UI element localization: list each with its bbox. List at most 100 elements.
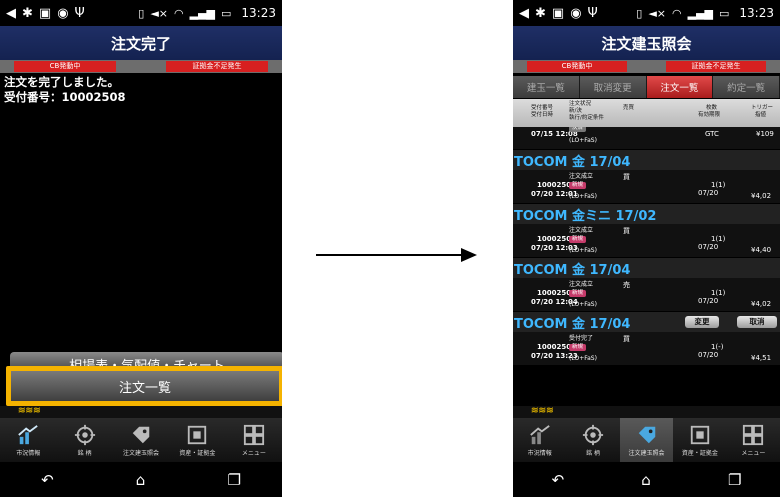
- cancel-order-button[interactable]: 取消: [737, 316, 777, 328]
- wifi-icon: ◠: [672, 6, 682, 20]
- brand-logo: ≋≋≋: [531, 406, 554, 416]
- order-list-button[interactable]: 注文一覧: [6, 366, 282, 406]
- tab-menu[interactable]: メニュー: [226, 418, 282, 462]
- tab-label: メニュー: [241, 449, 266, 457]
- col-expiry: 有効期限: [698, 112, 721, 118]
- gallery-icon: ▣: [38, 5, 52, 21]
- col-receipt-no: 受付番号: [531, 105, 554, 111]
- target-icon: [583, 424, 604, 445]
- tab-assets-margin[interactable]: 資産・証拠金: [169, 418, 225, 462]
- order-expiry: 07/20: [698, 297, 719, 305]
- order-qty: 1(1): [711, 235, 726, 243]
- recents-icon[interactable]: ❐: [728, 471, 741, 489]
- new-badge: 新規: [569, 182, 587, 189]
- margin-shortage-badge[interactable]: 証拠金不足発生: [166, 61, 268, 72]
- back-icon[interactable]: ↶: [552, 471, 565, 489]
- col-receipt-time: 受付日時: [531, 112, 554, 118]
- back-icon[interactable]: ↶: [41, 471, 54, 489]
- notification-icons: ◀ ✱ ▣ ◉ Ψ: [6, 6, 85, 21]
- phone-screen-order-complete: ◀ ✱ ▣ ◉ Ψ ▯ ◄× ◠ ▂▄▆ ▭ 13:23 注文完了 CB発動中 …: [0, 0, 282, 497]
- gallery-icon: ▣: [551, 5, 565, 21]
- order-price: ¥109: [756, 130, 774, 138]
- home-icon[interactable]: ⌂: [136, 471, 146, 489]
- tab-symbols[interactable]: 銘 柄: [566, 418, 619, 462]
- grid-menu-icon: [743, 424, 764, 445]
- wifi-icon: ◠: [174, 6, 184, 20]
- tab-assets-margin[interactable]: 資産・証拠金: [673, 418, 726, 462]
- col-status: 注文状況: [569, 101, 592, 107]
- tab-executions[interactable]: 約定一覧: [713, 76, 780, 98]
- tab-label: 資産・証拠金: [179, 449, 216, 457]
- order-list: 07/15 12:08 決済 (LO+FaS) GTC ¥109 TOCOM 金…: [513, 127, 780, 382]
- exec-condition: (LO+FaS): [569, 247, 597, 254]
- recents-icon[interactable]: ❐: [227, 471, 240, 489]
- col-qty: 枚数: [706, 105, 718, 111]
- alert-bar: CB発動中 証拠金不足発生: [0, 60, 282, 73]
- table-row[interactable]: 注文成立 買 10002505 新規 1(1) 07/20 12:01 07/2…: [513, 170, 780, 203]
- page-title: 注文建玉照会: [513, 26, 780, 60]
- tab-label: 資産・証拠金: [681, 449, 718, 457]
- home-icon[interactable]: ⌂: [641, 471, 651, 489]
- tab-symbols[interactable]: 銘 柄: [56, 418, 112, 462]
- tab-label: 市況情報: [527, 449, 552, 457]
- order-qty: 1(1): [711, 289, 726, 297]
- grid-menu-icon: [243, 424, 264, 445]
- system-icons: ▯ ◄× ◠ ▂▄▆ ▭ 13:23: [138, 6, 276, 20]
- order-expiry: 07/20: [698, 351, 719, 359]
- symbol-header: TOCOM 金 17/04: [513, 258, 780, 278]
- mute-icon: ◄×: [648, 6, 666, 20]
- exec-condition: (LO+FaS): [569, 193, 597, 200]
- modify-button[interactable]: 変更: [685, 316, 719, 328]
- order-qty: 1(-): [711, 343, 724, 351]
- col-new-close: 新/決: [569, 108, 582, 114]
- tab-market-info[interactable]: 市況情報: [0, 418, 56, 462]
- tab-label: 銘 柄: [77, 449, 92, 457]
- exec-condition: (LO+FaS): [569, 137, 597, 144]
- brand-logo: ≋≋≋: [18, 406, 41, 416]
- close-badge: 決済: [569, 127, 587, 132]
- tutorial-figure: ◀ ✱ ▣ ◉ Ψ ▯ ◄× ◠ ▂▄▆ ▭ 13:23 注文完了 CB発動中 …: [0, 0, 780, 497]
- target-icon: [74, 424, 95, 445]
- table-row[interactable]: 注文成立 売 10002507 新規 1(1) 07/20 12:04 07/2…: [513, 278, 780, 311]
- order-status: 注文成立: [569, 227, 594, 234]
- vibrate-icon: ▯: [138, 6, 145, 20]
- tab-order-list[interactable]: 注文一覧: [646, 76, 714, 98]
- tab-positions[interactable]: 建玉一覧: [513, 76, 580, 98]
- cb-alert-badge[interactable]: CB発動中: [527, 61, 627, 72]
- tab-order-position[interactable]: 注文建玉照会: [619, 418, 674, 462]
- cb-alert-badge[interactable]: CB発動中: [14, 61, 116, 72]
- col-limit-price: 指値: [755, 112, 767, 118]
- page-title: 注文完了: [0, 26, 282, 60]
- order-expiry: GTC: [705, 130, 719, 138]
- receipt-number: 受付番号：10002508: [4, 90, 126, 104]
- table-row[interactable]: 注文成立 買 10002506 新規 1(1) 07/20 12:03 07/2…: [513, 224, 780, 257]
- tab-label: 銘 柄: [586, 449, 601, 457]
- status-bar: ◀ ✱ ▣ ◉ Ψ ▯ ◄× ◠ ▂▄▆ ▭ 13:23: [513, 0, 780, 26]
- order-qty: 1(1): [711, 181, 726, 189]
- tab-order-position[interactable]: 注文建玉照会: [113, 418, 169, 462]
- phone-screen-order-inquiry: ◀ ✱ ▣ ◉ Ψ ▯ ◄× ◠ ▂▄▆ ▭ 13:23 注文建玉照会 CB発動…: [513, 0, 780, 497]
- back-notification-icon: ◀: [519, 5, 529, 21]
- tab-menu[interactable]: メニュー: [727, 418, 780, 462]
- android-nav-bar: ↶ ⌂ ❐: [0, 462, 282, 497]
- safe-icon: [188, 425, 207, 444]
- order-status: 受付完了: [569, 335, 594, 342]
- table-row[interactable]: 07/15 12:08 決済 (LO+FaS) GTC ¥109: [513, 127, 780, 149]
- col-exec-condition: 執行/約定条件: [569, 115, 604, 121]
- col-side: 売買: [623, 105, 635, 111]
- tab-cancel-modify[interactable]: 取消変更: [579, 76, 647, 98]
- new-badge: 新規: [569, 236, 587, 243]
- back-notification-icon: ◀: [6, 5, 16, 21]
- new-badge: 新規: [569, 344, 587, 351]
- tab-label: 注文建玉照会: [628, 449, 665, 457]
- margin-shortage-badge[interactable]: 証拠金不足発生: [666, 61, 766, 72]
- status-bar: ◀ ✱ ▣ ◉ Ψ ▯ ◄× ◠ ▂▄▆ ▭ 13:23: [0, 0, 282, 26]
- usb-icon: Ψ: [74, 5, 85, 21]
- table-row[interactable]: 受付完了 買 10002508 新規 1(-) 07/20 13:23 07/2…: [513, 332, 780, 365]
- order-price: ¥4,40: [751, 246, 772, 254]
- tab-market-info[interactable]: 市況情報: [513, 418, 566, 462]
- order-expiry: 07/20: [698, 243, 719, 251]
- exec-condition: (LO+FaS): [569, 301, 597, 308]
- battery-icon: ▭: [221, 6, 232, 20]
- completion-text: 注文を完了しました。: [4, 75, 119, 89]
